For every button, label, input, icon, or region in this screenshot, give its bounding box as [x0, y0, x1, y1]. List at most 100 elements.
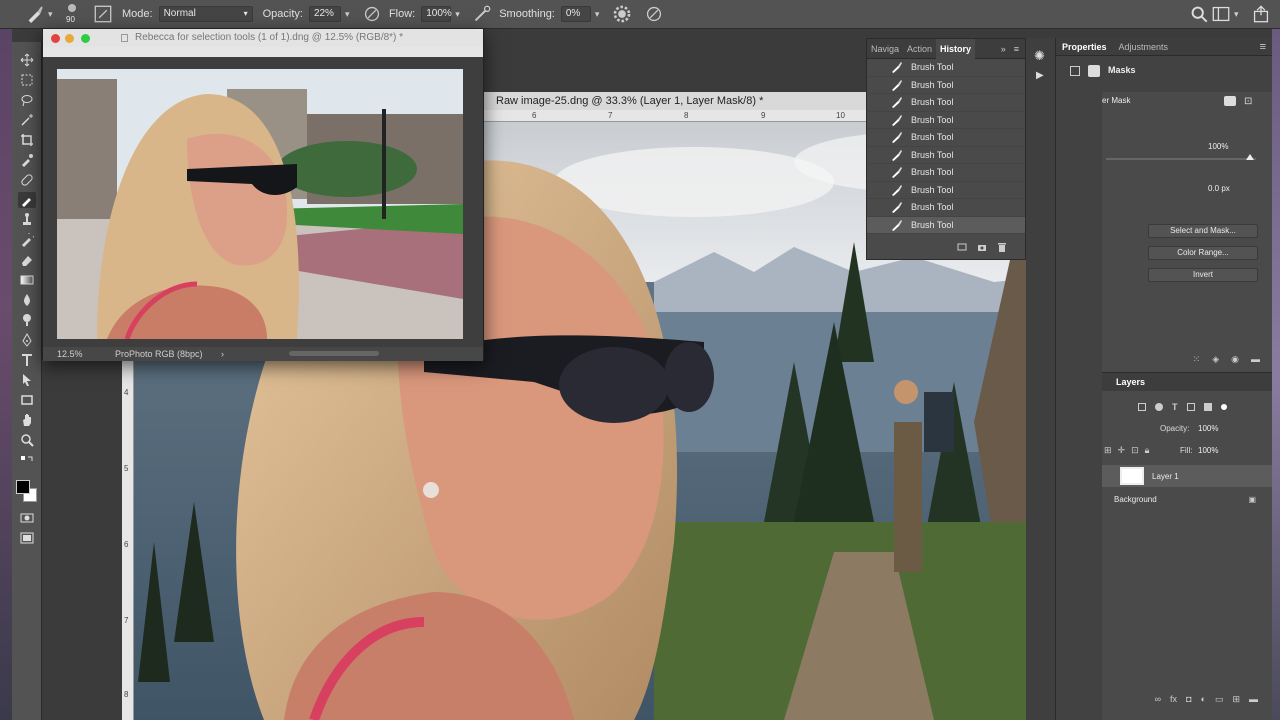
new-document-from-state-icon[interactable]	[957, 242, 967, 255]
add-mask-icon[interactable]: ◘	[1186, 694, 1191, 708]
color-range-button[interactable]: Color Range...	[1148, 246, 1258, 260]
density-value[interactable]: 100%	[1208, 142, 1228, 151]
flow-field[interactable]: 100%	[421, 6, 452, 22]
search-icon[interactable]	[1190, 5, 1208, 23]
trash-icon[interactable]	[997, 242, 1007, 255]
adjustment-layer-icon[interactable]: ◐	[1201, 694, 1206, 708]
healing-brush-icon[interactable]	[18, 172, 36, 188]
history-item[interactable]: Brush Tool	[867, 129, 1025, 147]
filter-shape-icon[interactable]	[1186, 403, 1195, 411]
minimize-window-button[interactable]	[65, 34, 74, 43]
blur-tool-icon[interactable]	[18, 292, 36, 308]
history-item[interactable]: Brush Tool	[867, 182, 1025, 199]
tab-history[interactable]: History	[936, 38, 976, 59]
zoom-window-button[interactable]	[81, 34, 90, 43]
history-item[interactable]: Brush Tool	[867, 216, 1025, 234]
dodge-tool-icon[interactable]	[18, 312, 36, 328]
panel-menu-icon[interactable]: ≡	[1014, 44, 1019, 54]
document-tab-raw-image[interactable]: Raw image-25.dng @ 33.3% (Layer 1, Layer…	[484, 92, 868, 110]
tab-adjustments[interactable]: Adjustments	[1113, 38, 1175, 56]
trash-icon[interactable]: ▬	[1251, 354, 1260, 368]
brush-tool-icon[interactable]	[26, 5, 44, 23]
fx-icon[interactable]: fx	[1170, 694, 1177, 708]
invert-button[interactable]: Invert	[1148, 268, 1258, 282]
history-item[interactable]: Brush Tool	[867, 164, 1025, 182]
pressure-size-icon[interactable]	[645, 5, 663, 23]
rectangle-tool-icon[interactable]	[18, 392, 36, 408]
layer-opacity-value[interactable]: 100%	[1198, 424, 1218, 433]
apply-mask-icon[interactable]	[1224, 96, 1236, 106]
brush-settings-icon[interactable]: ✺	[1034, 48, 1045, 64]
trash-icon[interactable]: ▬	[1249, 694, 1258, 708]
camera-icon[interactable]	[977, 242, 987, 255]
eye-icon[interactable]: ◉	[1231, 354, 1239, 368]
eyedropper-icon[interactable]	[18, 152, 36, 168]
crop-tool-icon[interactable]	[18, 132, 36, 148]
history-item[interactable]: Brush Tool	[867, 77, 1025, 94]
clone-stamp-icon[interactable]	[18, 212, 36, 228]
close-window-button[interactable]	[51, 34, 60, 43]
zoom-tool-icon[interactable]	[18, 432, 36, 448]
history-item[interactable]: Brush Tool	[867, 94, 1025, 112]
tab-actions[interactable]: Action	[903, 39, 936, 59]
share-icon[interactable]	[1252, 5, 1270, 23]
hand-tool-icon[interactable]	[18, 412, 36, 428]
link-mask-icon[interactable]: ⊡	[1244, 96, 1252, 107]
group-icon[interactable]: ▭	[1215, 694, 1224, 708]
play-icon[interactable]: ▶	[1036, 70, 1044, 81]
magic-wand-icon[interactable]	[18, 112, 36, 128]
layer-fill-value[interactable]: 100%	[1198, 446, 1218, 455]
window-title-bar[interactable]: Rebecca for selection tools (1 of 1).dng…	[43, 29, 483, 47]
tab-properties[interactable]: Properties	[1056, 38, 1113, 56]
layer-mask-thumbnail[interactable]	[1120, 467, 1144, 485]
floating-document-window[interactable]: Rebecca for selection tools (1 of 1).dng…	[42, 28, 484, 361]
chevron-right-icon[interactable]: ›	[221, 347, 224, 361]
tab-layers[interactable]: Layers	[1102, 373, 1272, 391]
link-layers-icon[interactable]: ∞	[1155, 694, 1161, 708]
type-tool-icon[interactable]	[18, 352, 36, 368]
filter-toggle[interactable]	[1220, 404, 1227, 410]
history-item[interactable]: Brush Tool	[867, 199, 1025, 217]
filter-smart-icon[interactable]	[1203, 403, 1212, 411]
filter-pixel-icon[interactable]	[1138, 403, 1146, 411]
new-layer-icon[interactable]: ⊞	[1232, 694, 1240, 708]
filter-adjustment-icon[interactable]	[1155, 403, 1163, 411]
smoothing-field[interactable]: 0%	[560, 6, 591, 22]
eraser-icon[interactable]	[18, 252, 36, 268]
path-selection-icon[interactable]	[18, 372, 36, 388]
load-selection-icon[interactable]: ⁙	[1193, 354, 1201, 368]
marquee-tool-icon[interactable]	[18, 72, 36, 88]
brush-settings-icon[interactable]	[94, 5, 112, 23]
layer-row-background[interactable]: Background ▣	[1102, 488, 1272, 510]
tab-navigator[interactable]: Naviga	[867, 39, 903, 59]
chevron-down-icon[interactable]: ▾	[48, 9, 58, 20]
opacity-field[interactable]: 22%	[308, 6, 341, 22]
slider-thumb[interactable]	[1246, 154, 1254, 160]
workspace-dropdown-icon[interactable]: ▾	[1234, 9, 1244, 20]
swap-colors-icon[interactable]	[18, 454, 36, 470]
history-item[interactable]: Brush Tool	[867, 59, 1025, 77]
horizontal-scrollbar[interactable]	[289, 351, 379, 356]
mode-select[interactable]: Normal ▾	[158, 6, 253, 22]
smoothing-dropdown-icon[interactable]: ▾	[595, 9, 605, 20]
move-tool-icon[interactable]	[18, 52, 36, 68]
lasso-tool-icon[interactable]	[18, 92, 36, 108]
history-brush-icon[interactable]	[18, 232, 36, 248]
gradient-tool-icon[interactable]	[18, 272, 36, 288]
opacity-dropdown-icon[interactable]: ▾	[345, 9, 355, 20]
pen-tool-icon[interactable]	[18, 332, 36, 348]
density-slider[interactable]	[1106, 158, 1256, 160]
pressure-opacity-icon[interactable]	[363, 5, 381, 23]
foreground-color-swatch[interactable]	[16, 480, 30, 494]
vector-mask-icon[interactable]	[1088, 65, 1100, 77]
apply-icon[interactable]: ◈	[1212, 354, 1219, 368]
brush-preset-picker[interactable]: 90	[62, 2, 86, 26]
gear-icon[interactable]	[613, 5, 631, 23]
layer-row-layer-1[interactable]: Layer 1	[1102, 465, 1272, 487]
pixel-mask-icon[interactable]	[1070, 66, 1080, 76]
panel-menu-icon[interactable]: ≡	[1260, 41, 1266, 53]
quick-mask-icon[interactable]	[18, 510, 36, 526]
screen-mode-icon[interactable]	[18, 530, 36, 546]
workspace-icon[interactable]	[1212, 5, 1230, 23]
flow-dropdown-icon[interactable]: ▾	[455, 9, 465, 20]
